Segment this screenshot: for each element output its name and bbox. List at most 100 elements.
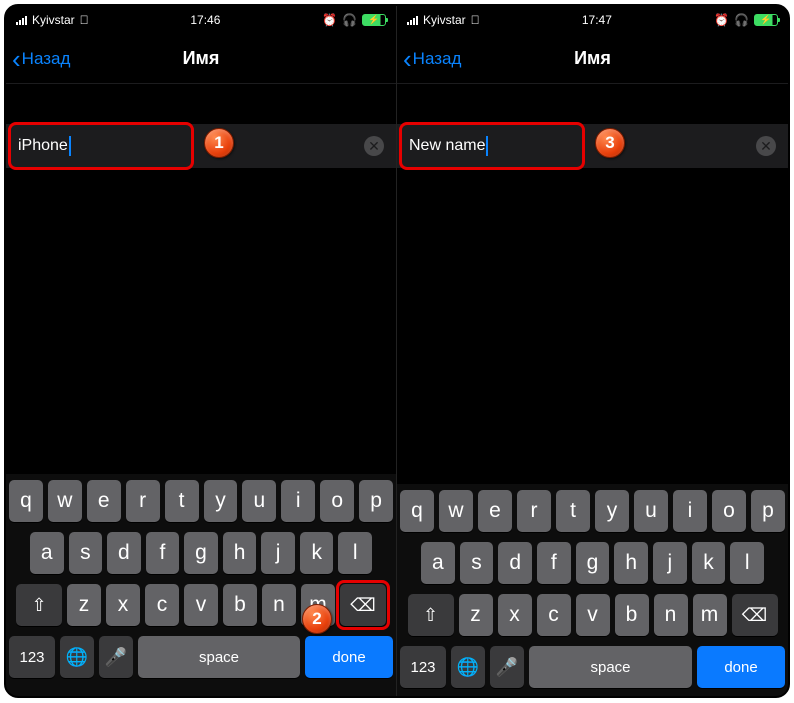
key-f[interactable]: f: [146, 532, 180, 574]
key-y[interactable]: y: [204, 480, 238, 522]
key-b[interactable]: b: [615, 594, 649, 636]
signal-icon: [16, 15, 27, 25]
key-w[interactable]: w: [48, 480, 82, 522]
phone-screen-right: Kyivstar 􀙇 17:47 ⏰ 🎧 ⚡ ‹ Назад Имя New n…: [397, 6, 788, 696]
name-input-row[interactable]: New name ✕: [397, 124, 788, 168]
key-u[interactable]: u: [634, 490, 668, 532]
carrier-label: Kyivstar: [423, 13, 466, 27]
key-x[interactable]: x: [498, 594, 532, 636]
key-m[interactable]: m: [693, 594, 727, 636]
key-v[interactable]: v: [184, 584, 218, 626]
key-n[interactable]: n: [654, 594, 688, 636]
status-bar: Kyivstar 􀙇 17:46 ⏰ 🎧 ⚡: [6, 6, 396, 34]
phone-screen-left: Kyivstar 􀙇 17:46 ⏰ 🎧 ⚡ ‹ Назад Имя iPhon…: [6, 6, 397, 696]
shift-key[interactable]: ⇧: [408, 594, 454, 636]
back-button[interactable]: ‹ Назад: [6, 46, 70, 72]
key-j[interactable]: j: [653, 542, 687, 584]
key-i[interactable]: i: [673, 490, 707, 532]
key-z[interactable]: z: [459, 594, 493, 636]
clock: 17:46: [190, 13, 220, 27]
headphones-icon: 🎧: [342, 13, 357, 27]
numbers-key[interactable]: 123: [400, 646, 446, 688]
mic-key[interactable]: 🎤: [99, 636, 133, 678]
space-key[interactable]: space: [529, 646, 692, 688]
key-d[interactable]: d: [107, 532, 141, 574]
key-t[interactable]: t: [165, 480, 199, 522]
key-z[interactable]: z: [67, 584, 101, 626]
key-r[interactable]: r: [517, 490, 551, 532]
key-c[interactable]: c: [145, 584, 179, 626]
space-key[interactable]: space: [138, 636, 300, 678]
key-o[interactable]: o: [320, 480, 354, 522]
key-l[interactable]: l: [338, 532, 372, 574]
key-d[interactable]: d: [498, 542, 532, 584]
key-e[interactable]: e: [87, 480, 121, 522]
key-n[interactable]: n: [262, 584, 296, 626]
key-r[interactable]: r: [126, 480, 160, 522]
key-a[interactable]: a: [30, 532, 64, 574]
key-k[interactable]: k: [692, 542, 726, 584]
key-l[interactable]: l: [730, 542, 764, 584]
chevron-left-icon: ‹: [12, 46, 21, 72]
name-input[interactable]: New name: [409, 136, 756, 156]
key-k[interactable]: k: [300, 532, 334, 574]
content-area: iPhone ✕ 1: [6, 84, 396, 474]
key-w[interactable]: w: [439, 490, 473, 532]
chevron-left-icon: ‹: [403, 46, 412, 72]
key-p[interactable]: p: [751, 490, 785, 532]
key-q[interactable]: q: [400, 490, 434, 532]
clear-icon[interactable]: ✕: [756, 136, 776, 156]
annotation-badge-1: 1: [204, 128, 234, 158]
key-e[interactable]: e: [478, 490, 512, 532]
key-c[interactable]: c: [537, 594, 571, 636]
key-h[interactable]: h: [223, 532, 257, 574]
globe-key[interactable]: 🌐: [60, 636, 94, 678]
battery-icon: ⚡: [754, 14, 778, 26]
key-s[interactable]: s: [69, 532, 103, 574]
nav-bar: ‹ Назад Имя: [397, 34, 788, 84]
key-b[interactable]: b: [223, 584, 257, 626]
carrier-label: Kyivstar: [32, 13, 75, 27]
battery-icon: ⚡: [362, 14, 386, 26]
key-g[interactable]: g: [576, 542, 610, 584]
annotation-badge-3: 3: [595, 128, 625, 158]
name-input[interactable]: iPhone: [18, 136, 364, 156]
key-v[interactable]: v: [576, 594, 610, 636]
key-u[interactable]: u: [242, 480, 276, 522]
key-q[interactable]: q: [9, 480, 43, 522]
key-t[interactable]: t: [556, 490, 590, 532]
done-key[interactable]: done: [305, 636, 393, 678]
name-input-row[interactable]: iPhone ✕: [6, 124, 396, 168]
content-area: New name ✕ 3: [397, 84, 788, 484]
key-o[interactable]: o: [712, 490, 746, 532]
keyboard: qwertyuiop asdfghjkl ⇧ zxcvbnm ⌫ 123 🌐 🎤…: [6, 474, 396, 696]
key-p[interactable]: p: [359, 480, 393, 522]
key-y[interactable]: y: [595, 490, 629, 532]
key-h[interactable]: h: [614, 542, 648, 584]
status-bar: Kyivstar 􀙇 17:47 ⏰ 🎧 ⚡: [397, 6, 788, 34]
shift-key[interactable]: ⇧: [16, 584, 62, 626]
key-x[interactable]: x: [106, 584, 140, 626]
backspace-key[interactable]: ⌫: [340, 584, 386, 626]
alarm-icon: ⏰: [322, 13, 337, 27]
keyboard: qwertyuiop asdfghjkl ⇧ zxcvbnm ⌫ 123 🌐 🎤…: [397, 484, 788, 696]
back-button[interactable]: ‹ Назад: [397, 46, 461, 72]
globe-key[interactable]: 🌐: [451, 646, 485, 688]
clear-icon[interactable]: ✕: [364, 136, 384, 156]
back-label: Назад: [413, 49, 462, 69]
wifi-icon: 􀙇: [80, 13, 89, 27]
done-key[interactable]: done: [697, 646, 785, 688]
key-a[interactable]: a: [421, 542, 455, 584]
wifi-icon: 􀙇: [471, 13, 480, 27]
mic-key[interactable]: 🎤: [490, 646, 524, 688]
key-j[interactable]: j: [261, 532, 295, 574]
backspace-key[interactable]: ⌫: [732, 594, 778, 636]
key-f[interactable]: f: [537, 542, 571, 584]
key-s[interactable]: s: [460, 542, 494, 584]
nav-bar: ‹ Назад Имя: [6, 34, 396, 84]
key-g[interactable]: g: [184, 532, 218, 574]
numbers-key[interactable]: 123: [9, 636, 55, 678]
page-title: Имя: [183, 48, 220, 69]
signal-icon: [407, 15, 418, 25]
key-i[interactable]: i: [281, 480, 315, 522]
